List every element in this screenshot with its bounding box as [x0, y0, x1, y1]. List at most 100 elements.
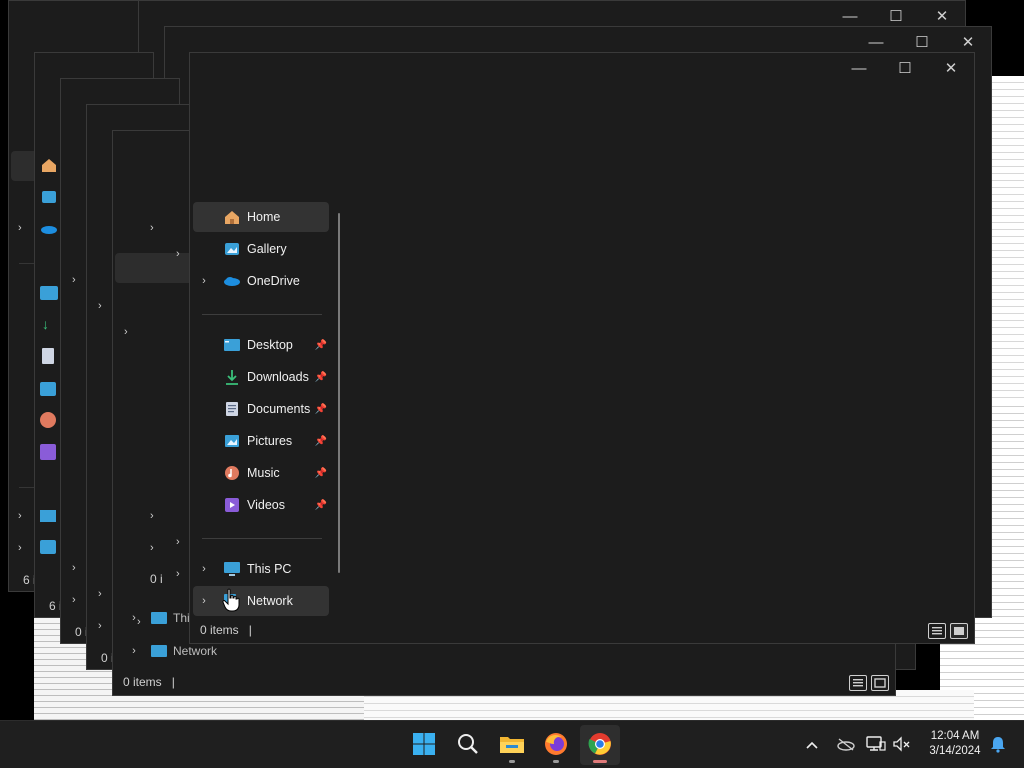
file-explorer-taskbar-button[interactable] — [492, 725, 532, 765]
nav-item-home[interactable]: Home — [193, 202, 329, 232]
chevron-right-icon: › — [150, 542, 154, 554]
search-icon — [456, 732, 480, 759]
file-explorer-window: — ☐ ✕ Home Gallery › OneDrive Desktop 📌 — [189, 52, 975, 644]
chevron-right-icon: › — [18, 510, 22, 522]
nav-item-desktop[interactable]: Desktop 📌 — [193, 330, 329, 360]
onedrive-icon — [223, 273, 241, 289]
chevron-right-icon: › — [176, 536, 180, 548]
nav-item-this-pc[interactable]: › This — [123, 611, 196, 625]
downloads-icon: ↓ — [42, 316, 49, 332]
nav-item-this-pc[interactable]: › This PC — [193, 554, 329, 584]
details-view-icon[interactable] — [849, 675, 867, 691]
status-text: 0 i — [150, 572, 163, 586]
chevron-right-icon: › — [124, 326, 128, 338]
desktop-icon — [40, 286, 58, 300]
clock[interactable]: 12:04 AM 3/14/2024 — [920, 729, 990, 759]
videos-icon — [223, 497, 241, 513]
chevron-right-icon: › — [72, 594, 76, 606]
minimize-button[interactable]: — — [836, 53, 882, 83]
nav-item-downloads[interactable]: Downloads 📌 — [193, 362, 329, 392]
chevron-right-icon: › — [98, 588, 102, 600]
volume-muted-icon — [892, 735, 912, 755]
nav-item-pictures[interactable]: Pictures 📌 — [193, 426, 329, 456]
pin-icon[interactable]: 📌 — [315, 468, 327, 479]
this-pc-icon — [151, 612, 167, 624]
gallery-icon — [40, 188, 58, 206]
nav-scrollbar[interactable] — [338, 213, 340, 573]
nav-item-network[interactable]: › Network — [193, 586, 329, 616]
nav-item-onedrive[interactable]: › OneDrive — [193, 266, 329, 296]
documents-icon — [42, 348, 54, 364]
chevron-right-icon: › — [150, 222, 154, 234]
running-indicator — [593, 760, 607, 763]
title-buttons: — ☐ ✕ — [836, 53, 974, 83]
home-icon — [40, 156, 58, 174]
pin-icon[interactable]: 📌 — [315, 436, 327, 447]
chevron-right-icon: › — [72, 274, 76, 286]
downloads-icon — [223, 369, 241, 385]
nav-item-videos[interactable]: Videos 📌 — [193, 490, 329, 520]
nav-item-gallery[interactable]: Gallery — [193, 234, 329, 264]
nav-item-documents[interactable]: Documents 📌 — [193, 394, 329, 424]
network-icon — [151, 645, 167, 657]
pictures-icon — [40, 382, 56, 396]
gallery-icon — [223, 241, 241, 257]
maximize-icon: ☐ — [898, 60, 912, 77]
pin-icon[interactable]: 📌 — [315, 404, 327, 415]
notifications-button[interactable] — [986, 721, 1010, 768]
tiles-view-icon[interactable] — [950, 623, 968, 639]
status-bar: 0 items | — [113, 669, 895, 695]
chevron-right-icon: › — [72, 562, 76, 574]
this-pc-icon — [40, 510, 56, 522]
firefox-icon — [544, 732, 568, 759]
view-buttons — [849, 675, 889, 691]
tiles-view-icon[interactable] — [871, 675, 889, 691]
chevron-right-icon: › — [18, 542, 22, 554]
nav-divider — [202, 314, 322, 315]
this-pc-icon — [223, 561, 241, 577]
pictures-icon — [223, 433, 241, 449]
chevron-right-icon: › — [98, 620, 102, 632]
onedrive-offline-icon — [836, 737, 856, 754]
navigation-pane: Home Gallery › OneDrive Desktop 📌 Downlo… — [190, 197, 350, 617]
volume-tray-button[interactable] — [890, 721, 914, 768]
start-button[interactable] — [404, 725, 444, 765]
clock-time: 12:04 AM — [930, 730, 980, 742]
view-buttons — [928, 623, 968, 639]
chrome-taskbar-button[interactable] — [580, 725, 620, 765]
music-icon — [223, 465, 241, 481]
home-icon — [223, 209, 241, 225]
desktop-icon — [223, 337, 241, 353]
network-tray-button[interactable] — [864, 721, 888, 768]
chevron-up-icon — [806, 738, 818, 752]
network-icon — [40, 540, 56, 554]
nav-item-network[interactable]: › Network — [123, 644, 217, 658]
close-button[interactable]: ✕ — [928, 53, 974, 83]
taskbar: 12:04 AM 3/14/2024 — [0, 720, 1024, 768]
chevron-right-icon[interactable]: › — [193, 563, 215, 575]
details-view-icon[interactable] — [928, 623, 946, 639]
close-icon: ✕ — [944, 60, 958, 77]
chrome-icon — [588, 732, 612, 759]
chevron-right-icon: › — [98, 300, 102, 312]
chevron-right-icon[interactable]: › — [193, 275, 215, 287]
pin-icon[interactable]: 📌 — [315, 372, 327, 383]
hand-cursor-icon — [222, 588, 240, 612]
file-explorer-icon — [499, 733, 525, 758]
onedrive-tray-button[interactable] — [834, 721, 858, 768]
nav-divider — [202, 538, 322, 539]
maximize-button[interactable]: ☐ — [882, 53, 928, 83]
firefox-taskbar-button[interactable] — [536, 725, 576, 765]
clock-date: 3/14/2024 — [929, 745, 981, 757]
documents-icon — [223, 401, 241, 417]
pin-icon[interactable]: 📌 — [315, 500, 327, 511]
chevron-right-icon: › — [176, 568, 180, 580]
status-bar: 0 items | — [190, 617, 974, 643]
item-count: 0 items — [200, 623, 239, 637]
music-icon — [40, 412, 56, 428]
pin-icon[interactable]: 📌 — [315, 340, 327, 351]
search-button[interactable] — [448, 725, 488, 765]
nav-item-music[interactable]: Music 📌 — [193, 458, 329, 488]
show-hidden-icons-button[interactable] — [800, 721, 824, 768]
chevron-right-icon[interactable]: › — [193, 595, 215, 607]
